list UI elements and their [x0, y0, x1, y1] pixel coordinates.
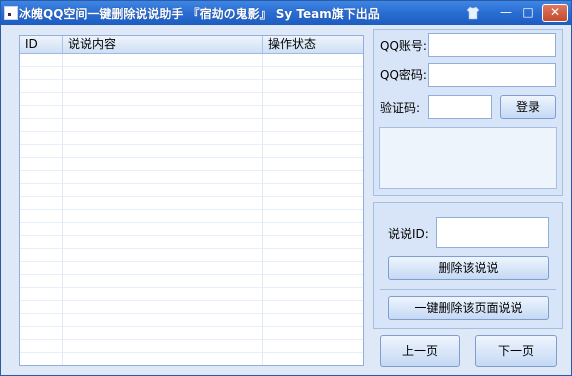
close-button[interactable]: ✕ [542, 4, 568, 22]
password-input[interactable] [428, 63, 556, 87]
delete-page-button[interactable]: 一键删除该页面说说 [388, 296, 549, 320]
delete-group: 说说ID: 删除该说说 一键删除该页面说说 [373, 202, 563, 329]
main-window: 冰魄QQ空间一键删除说说助手 『宿劫の鬼影』 Sy Team旗下出品 — □ ✕… [0, 0, 572, 376]
account-label: QQ账号: [380, 39, 427, 53]
captcha-input[interactable] [428, 95, 492, 119]
password-label: QQ密码: [380, 68, 427, 82]
login-group: QQ账号: QQ密码: 验证码: 登录 [373, 29, 563, 196]
next-page-button[interactable]: 下一页 [475, 335, 557, 367]
shirt-icon[interactable] [466, 6, 480, 20]
column-header-status[interactable]: 操作状态 [263, 36, 363, 53]
column-header-content[interactable]: 说说内容 [63, 36, 263, 53]
login-button[interactable]: 登录 [500, 95, 556, 119]
maximize-button[interactable]: □ [518, 4, 538, 22]
captcha-label: 验证码: [380, 101, 421, 115]
group-divider [380, 289, 556, 290]
window-title: 冰魄QQ空间一键删除说说助手 『宿劫の鬼影』 Sy Team旗下出品 [19, 7, 380, 21]
minimize-button[interactable]: — [496, 4, 516, 22]
column-header-id[interactable]: ID [20, 36, 63, 53]
account-input[interactable] [428, 33, 556, 57]
shuoshuo-id-input[interactable] [436, 217, 549, 248]
title-bar[interactable]: 冰魄QQ空间一键删除说说助手 『宿劫の鬼影』 Sy Team旗下出品 — □ ✕ [1, 1, 571, 25]
delete-one-button[interactable]: 删除该说说 [388, 256, 549, 280]
prev-page-button[interactable]: 上一页 [380, 335, 460, 367]
column-divider [62, 54, 63, 365]
captcha-image-panel [379, 127, 557, 189]
list-header: ID 说说内容 操作状态 [20, 36, 363, 54]
shuoshuo-list[interactable]: ID 说说内容 操作状态 [19, 35, 364, 366]
list-body[interactable] [20, 54, 363, 365]
app-icon [4, 6, 18, 20]
shuoshuo-id-label: 说说ID: [388, 227, 429, 241]
column-divider [262, 54, 263, 365]
